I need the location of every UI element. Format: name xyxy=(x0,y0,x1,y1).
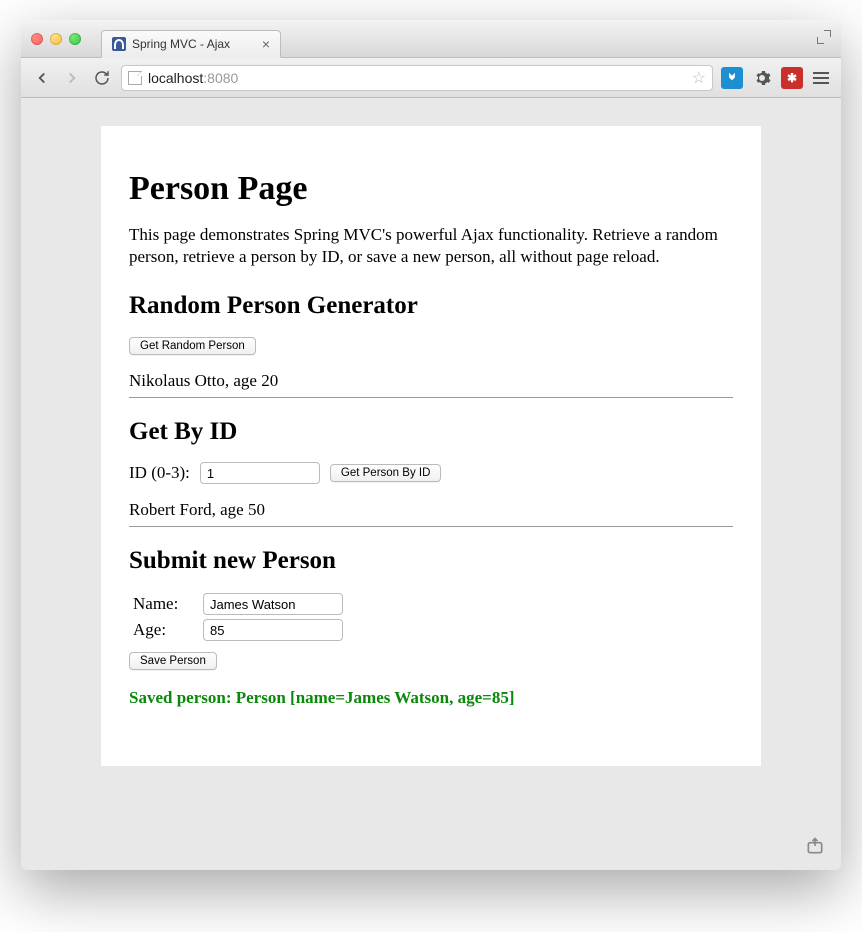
address-bar[interactable]: localhost:8080 ☆ xyxy=(121,65,713,91)
window-minimize-button[interactable] xyxy=(50,33,62,45)
back-button[interactable] xyxy=(31,67,53,89)
id-label: ID (0-3): xyxy=(129,463,190,483)
window-close-button[interactable] xyxy=(31,33,43,45)
bookmark-star-icon[interactable]: ☆ xyxy=(692,68,706,88)
random-heading: Random Person Generator xyxy=(129,292,733,320)
id-input[interactable] xyxy=(200,462,320,484)
age-label: Age: xyxy=(129,617,199,643)
viewport: Person Page This page demonstrates Sprin… xyxy=(21,98,841,870)
traffic-lights xyxy=(31,33,81,45)
window-zoom-button[interactable] xyxy=(69,33,81,45)
forward-button[interactable] xyxy=(61,67,83,89)
reload-button[interactable] xyxy=(91,67,113,89)
page-icon xyxy=(128,71,142,85)
menu-button[interactable] xyxy=(811,68,831,88)
get-random-person-button[interactable]: Get Random Person xyxy=(129,337,256,355)
name-input[interactable] xyxy=(203,593,343,615)
intro-text: This page demonstrates Spring MVC's powe… xyxy=(129,224,733,268)
favicon-icon xyxy=(112,37,126,51)
get-by-id-heading: Get By ID xyxy=(129,418,733,446)
extension-red-icon[interactable]: ✱ xyxy=(781,67,803,89)
tab-close-button[interactable]: × xyxy=(262,37,270,51)
random-result: Nikolaus Otto, age 20 xyxy=(129,371,733,391)
age-input[interactable] xyxy=(203,619,343,641)
tab-title: Spring MVC - Ajax xyxy=(132,37,230,51)
submit-heading: Submit new Person xyxy=(129,547,733,575)
name-label: Name: xyxy=(129,591,199,617)
fullscreen-icon[interactable] xyxy=(817,30,831,44)
get-by-id-section: Get By ID ID (0-3): Get Person By ID Rob… xyxy=(129,418,733,527)
random-person-section: Random Person Generator Get Random Perso… xyxy=(129,292,733,398)
page-title: Person Page xyxy=(129,170,733,208)
browser-window: Spring MVC - Ajax × localhost:8080 ☆ ✱ xyxy=(21,20,841,870)
settings-button[interactable] xyxy=(751,67,773,89)
url-path: :8080 xyxy=(203,70,238,86)
divider xyxy=(129,526,733,527)
save-person-button[interactable]: Save Person xyxy=(129,652,217,670)
get-person-by-id-button[interactable]: Get Person By ID xyxy=(330,464,441,482)
get-by-id-result: Robert Ford, age 50 xyxy=(129,500,733,520)
browser-tab[interactable]: Spring MVC - Ajax × xyxy=(101,30,281,58)
extension-blue-icon[interactable] xyxy=(721,67,743,89)
titlebar: Spring MVC - Ajax × xyxy=(21,20,841,58)
divider xyxy=(129,397,733,398)
save-success-message: Saved person: Person [name=James Watson,… xyxy=(129,688,733,708)
page-content: Person Page This page demonstrates Sprin… xyxy=(101,126,761,766)
submit-person-section: Submit new Person Name: Age: Save Person… xyxy=(129,547,733,708)
url-host: localhost xyxy=(148,70,203,86)
share-icon[interactable] xyxy=(805,836,825,856)
toolbar: localhost:8080 ☆ ✱ xyxy=(21,58,841,98)
